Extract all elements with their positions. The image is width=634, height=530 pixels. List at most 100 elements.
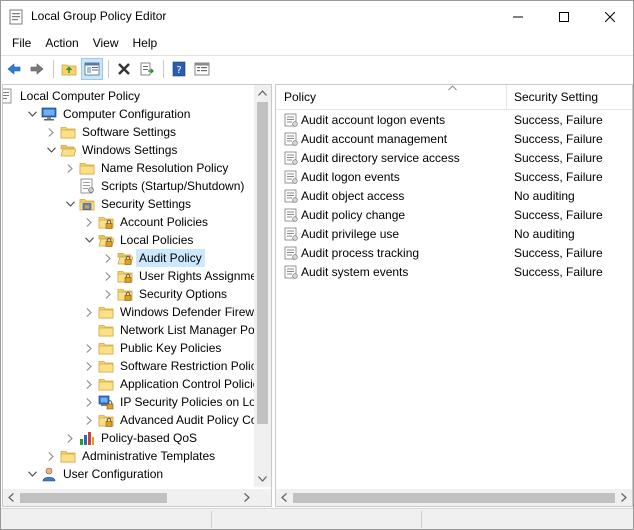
tree-item[interactable]: Network List Manager Polici [83,321,255,339]
column-header-policy[interactable]: Policy [276,85,506,110]
tree-item[interactable]: Software Settings [45,483,178,487]
tree-item[interactable]: Local Computer Policy [3,87,142,105]
chevron-right-icon[interactable] [102,249,114,267]
chevron-right-icon[interactable] [83,411,95,429]
policy-row[interactable]: Audit process tracking Success, Failure [276,244,632,263]
tree-item[interactable]: User Rights Assignment [102,267,255,285]
chevron-down-icon[interactable] [83,231,95,249]
chevron-right-icon[interactable] [102,285,114,303]
policy-setting-icon [284,246,298,260]
tree-item[interactable]: User Configuration [26,465,165,483]
policy-row[interactable]: Audit object access No auditing [276,187,632,206]
up-one-level-button[interactable] [58,58,80,80]
chevron-down-icon[interactable] [64,195,76,213]
tree-item[interactable]: Administrative Templates [45,447,217,465]
scroll-down-icon[interactable] [258,476,267,482]
tree-item[interactable]: Application Control Policies [83,375,255,393]
chevron-right-icon[interactable] [45,123,57,141]
chevron-right-icon[interactable] [83,393,95,411]
security-setting-value: Success, Failure [514,132,603,146]
list-horizontal-scrollbar[interactable] [276,489,632,506]
tree-item[interactable]: Windows Defender Firewall w [83,303,255,321]
tree-item-label: Audit Policy [136,249,205,267]
tree-item-label: Scripts (Startup/Shutdown) [101,179,245,193]
menu-action[interactable]: Action [38,33,85,53]
policy-name: Audit object access [301,189,405,203]
tree-item-label: Local Computer Policy [20,89,141,103]
back-button[interactable] [3,58,25,80]
policy-row[interactable]: Audit privilege use No auditing [276,225,632,244]
chevron-right-icon[interactable] [83,303,95,321]
tree-item[interactable]: Public Key Policies [83,339,223,357]
tree-horizontal-scroll-thumb[interactable] [20,493,167,503]
scroll-right-icon[interactable] [621,493,627,502]
chevron-right-icon[interactable] [83,339,95,357]
chevron-right-icon[interactable] [64,429,76,447]
tree-item-label: Administrative Templates [82,449,216,463]
policy-row[interactable]: Audit account management Success, Failure [276,130,632,149]
menu-view[interactable]: View [86,33,126,53]
chevron-down-icon[interactable] [26,105,38,123]
chevron-right-icon[interactable] [83,357,95,375]
list-horizontal-scroll-thumb[interactable] [293,493,615,503]
tree-item[interactable]: IP Security Policies on Local [83,393,255,411]
export-list-button[interactable] [136,58,158,80]
tree-horizontal-scrollbar[interactable] [3,489,255,506]
properties-button[interactable] [191,58,213,80]
tree-item[interactable]: Name Resolution Policy [64,159,230,177]
chevron-right-icon[interactable] [83,213,95,231]
policy-row[interactable]: Audit directory service access Success, F… [276,149,632,168]
chevron-down-icon[interactable] [26,465,38,483]
chevron-right-icon[interactable] [102,267,114,285]
policy-row[interactable]: Audit system events Success, Failure [276,263,632,282]
tree-item[interactable]: Audit Policy [102,249,205,267]
toolbar-separator [53,59,54,78]
tree-item[interactable]: Security Options [102,285,229,303]
status-divider [211,511,212,528]
delete-button[interactable] [113,58,135,80]
column-header-security-setting[interactable]: Security Setting [506,85,632,110]
policy-row[interactable]: Audit account logon events Success, Failu… [276,111,632,130]
tree-vertical-scroll-thumb[interactable] [257,102,268,424]
minimize-button[interactable] [495,1,541,32]
scroll-right-icon[interactable] [244,493,250,502]
policy-row[interactable]: Audit policy change Success, Failure [276,206,632,225]
close-button[interactable] [587,1,633,32]
scroll-left-icon[interactable] [8,493,14,502]
title-bar[interactable]: Local Group Policy Editor [1,1,633,32]
chart-icon [79,430,95,446]
security-setting-value: Success, Failure [514,151,603,165]
details-pane: Policy Security Setting Audit account lo… [275,84,633,507]
show-hide-tree-button[interactable] [81,57,103,80]
scroll-up-icon[interactable] [258,90,267,96]
menu-help[interactable]: Help [126,33,165,53]
tree-item[interactable]: Policy-based QoS [64,429,199,447]
tree-item[interactable]: Software Settings [45,123,178,141]
policy-row[interactable]: Audit logon events Success, Failure [276,168,632,187]
folder-icon [98,322,114,338]
scroll-left-icon[interactable] [281,493,287,502]
forward-button[interactable] [26,58,48,80]
tree-item[interactable]: Account Policies [83,213,210,231]
tree-vertical-scrollbar[interactable] [254,85,271,487]
chevron-right-icon[interactable] [45,447,57,465]
chevron-right-icon[interactable] [45,483,57,487]
help-button[interactable]: ? [168,58,190,80]
tree-item[interactable]: Advanced Audit Policy Conf [83,411,255,429]
chevron-right-icon[interactable] [83,375,95,393]
chevron-down-icon[interactable] [45,141,57,159]
tree-item[interactable]: Software Restriction Policies [83,357,255,375]
tree-item[interactable]: Security Settings [64,195,193,213]
tree-item-label: Software Settings [80,484,178,487]
tree-item[interactable]: Computer Configuration [26,105,192,123]
folder-open-icon [60,142,77,158]
tree-item[interactable]: Windows Settings [45,141,179,159]
chevron-right-icon[interactable] [64,159,76,177]
maximize-button[interactable] [541,1,587,32]
security-setting-value: Success, Failure [514,265,603,279]
security-setting-value: Success, Failure [514,208,603,222]
menu-file[interactable]: File [5,33,38,53]
tree-item[interactable]: Local Policies [83,231,195,249]
list-header: Policy Security Setting [276,85,632,110]
tree-item[interactable]: Scripts (Startup/Shutdown) [64,177,246,195]
